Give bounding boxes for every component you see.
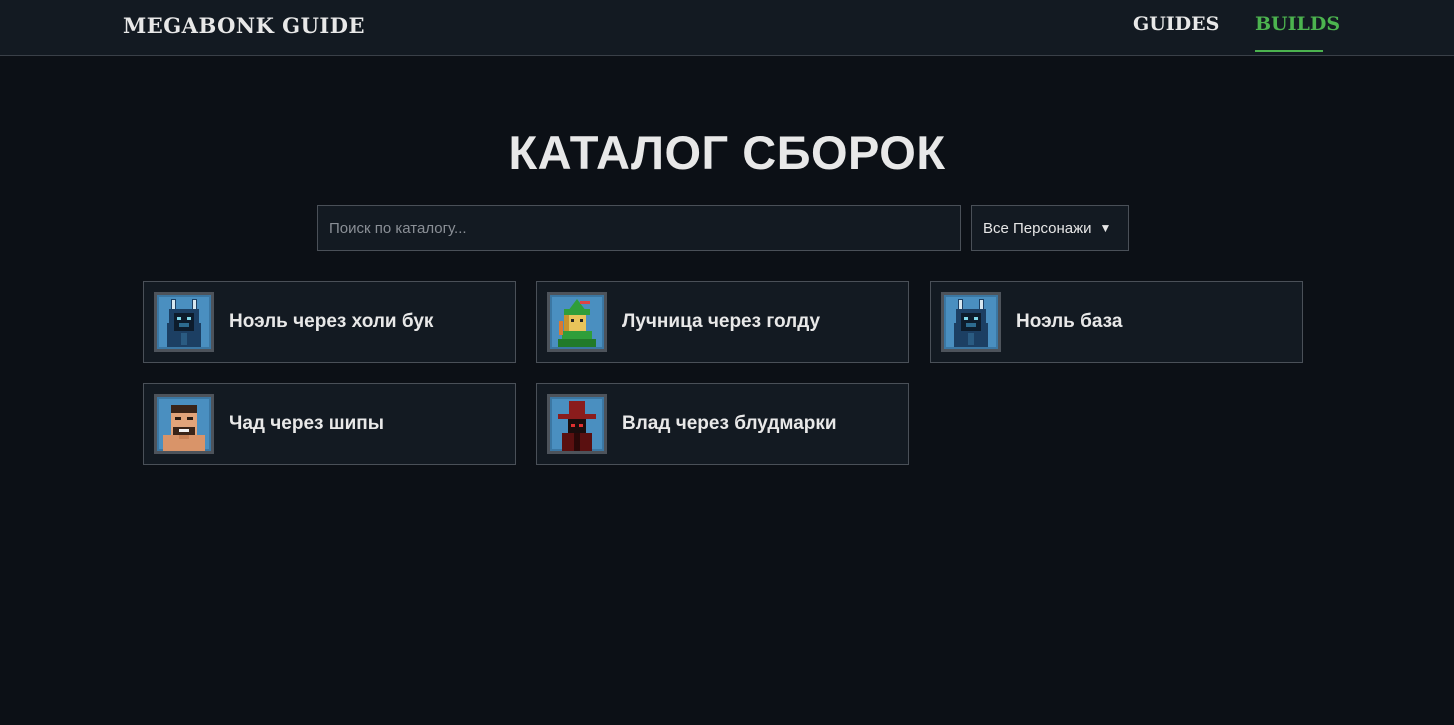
archer-portrait-icon	[547, 292, 607, 352]
vlad-portrait-icon	[547, 394, 607, 454]
build-card-title: Влад через блудмарки	[622, 413, 837, 434]
nav-link-builds[interactable]: BUILDS	[1255, 13, 1340, 52]
noelle-portrait-icon	[941, 292, 1001, 352]
build-card-title: Ноэль база	[1016, 311, 1123, 332]
noelle-portrait-icon	[154, 292, 214, 352]
build-card-noelle-holy-book[interactable]: Ноэль через холи бук	[143, 281, 516, 363]
character-filter-value: Все Персонажи	[983, 219, 1092, 237]
build-card-title: Чад через шипы	[229, 413, 384, 434]
nav-link-guides[interactable]: GUIDES	[1133, 13, 1219, 52]
catalog-search-input[interactable]	[317, 205, 961, 251]
build-card-archer-gold[interactable]: Лучница через голду	[536, 281, 909, 363]
page-title: КАТАЛОГ СБОРОК	[508, 126, 946, 179]
build-card-vlad-bloodmarks[interactable]: Влад через блудмарки	[536, 383, 909, 465]
build-card-chad-thorns[interactable]: Чад через шипы	[143, 383, 516, 465]
build-card-title: Лучница через голду	[622, 311, 821, 332]
build-card-title: Ноэль через холи бук	[229, 311, 434, 332]
chad-portrait-icon	[154, 394, 214, 454]
site-logo[interactable]: MEGABONK GUIDE	[123, 13, 365, 38]
character-filter-select[interactable]: Все Персонажи ▼	[971, 205, 1129, 251]
top-navbar: MEGABONK GUIDE GUIDES BUILDS	[0, 0, 1454, 56]
build-card-noelle-base[interactable]: Ноэль база	[930, 281, 1303, 363]
dropdown-arrow-icon: ▼	[1099, 221, 1112, 235]
